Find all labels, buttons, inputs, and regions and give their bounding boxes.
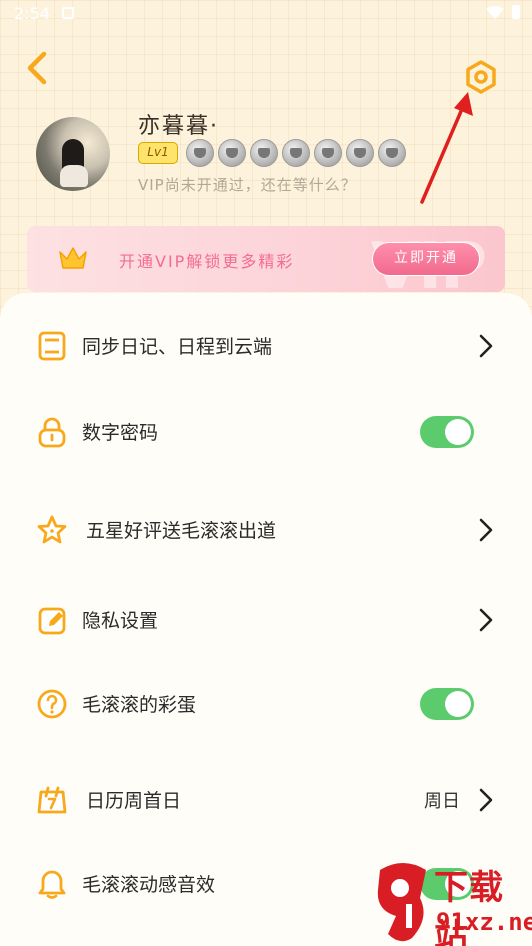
settings-row-label: 同步日记、日程到云端 (82, 336, 273, 358)
settings-row-label: 数字密码 (82, 422, 159, 444)
settings-row-digit-password[interactable]: 数字密码 (0, 404, 532, 460)
back-button[interactable] (18, 48, 58, 88)
settings-row-label: 日历周首日 (86, 790, 182, 812)
medal-list[interactable] (186, 139, 406, 167)
avatar[interactable] (36, 117, 110, 191)
notification-icon (62, 7, 74, 19)
vip-banner[interactable]: VIP 开通VIP解锁更多精彩 立即开通 (27, 226, 505, 292)
settings-row-label: 五星好评送毛滚滚出道 (86, 520, 277, 542)
hexagon-gear-icon (466, 60, 496, 94)
medal-icon[interactable] (186, 139, 214, 167)
cloud-save-icon (38, 331, 66, 361)
medal-icon[interactable] (346, 139, 374, 167)
settings-row-label: 毛滚滚动感音效 (82, 874, 216, 896)
settings-row-cloud-sync[interactable]: 同步日记、日程到云端 (0, 318, 532, 374)
settings-row-label: 隐私设置 (82, 610, 159, 632)
site-watermark: 下载站 91xz.net (372, 858, 532, 946)
status-bar: 2:54 (0, 0, 532, 28)
bell-icon (38, 870, 66, 899)
settings-panel: 同步日记、日程到云端 数字密码 五星好评送毛滚滚出道 隐私设置 毛滚滚的彩蛋 日… (0, 293, 532, 946)
medal-icon[interactable] (314, 139, 342, 167)
chevron-left-icon (27, 51, 47, 85)
crown-icon (59, 247, 87, 269)
battery-icon (512, 5, 520, 19)
status-time: 2:54 (14, 4, 50, 23)
level-badge: Lv1 (138, 142, 178, 164)
open-vip-button[interactable]: 立即开通 (372, 242, 480, 276)
edit-note-icon (38, 607, 66, 635)
chevron-right-icon (479, 518, 493, 542)
chevron-right-icon (479, 788, 493, 812)
settings-row-privacy[interactable]: 隐私设置 (0, 592, 532, 648)
medal-icon[interactable] (218, 139, 246, 167)
vip-status-text: VIP尚未开通过，还在等什么？ (138, 176, 357, 194)
week-start-value: 周日 (424, 791, 460, 812)
easter-egg-toggle[interactable] (420, 688, 474, 720)
medal-icon[interactable] (282, 139, 310, 167)
question-bubble-icon (37, 689, 67, 719)
username: 亦暮暮· (138, 114, 219, 139)
star-icon (37, 515, 67, 544)
settings-row-label: 毛滚滚的彩蛋 (82, 694, 197, 716)
watermark-url: 91xz.net (436, 908, 532, 936)
settings-row-easter-egg[interactable]: 毛滚滚的彩蛋 (0, 676, 532, 732)
chevron-right-icon (479, 334, 493, 358)
medal-icon[interactable] (250, 139, 278, 167)
annotation-arrow (420, 92, 473, 204)
settings-button[interactable] (462, 58, 500, 96)
medal-icon[interactable] (378, 139, 406, 167)
chevron-right-icon (479, 608, 493, 632)
calendar-icon (37, 786, 67, 814)
lock-icon (38, 417, 66, 448)
vip-promo-text: 开通VIP解锁更多精彩 (119, 252, 295, 271)
settings-row-week-start[interactable]: 日历周首日 周日 (0, 772, 532, 828)
settings-row-five-star-review[interactable]: 五星好评送毛滚滚出道 (0, 502, 532, 558)
watermark-logo-icon (377, 863, 426, 942)
wifi-icon (486, 6, 504, 19)
digit-password-toggle[interactable] (420, 416, 474, 448)
